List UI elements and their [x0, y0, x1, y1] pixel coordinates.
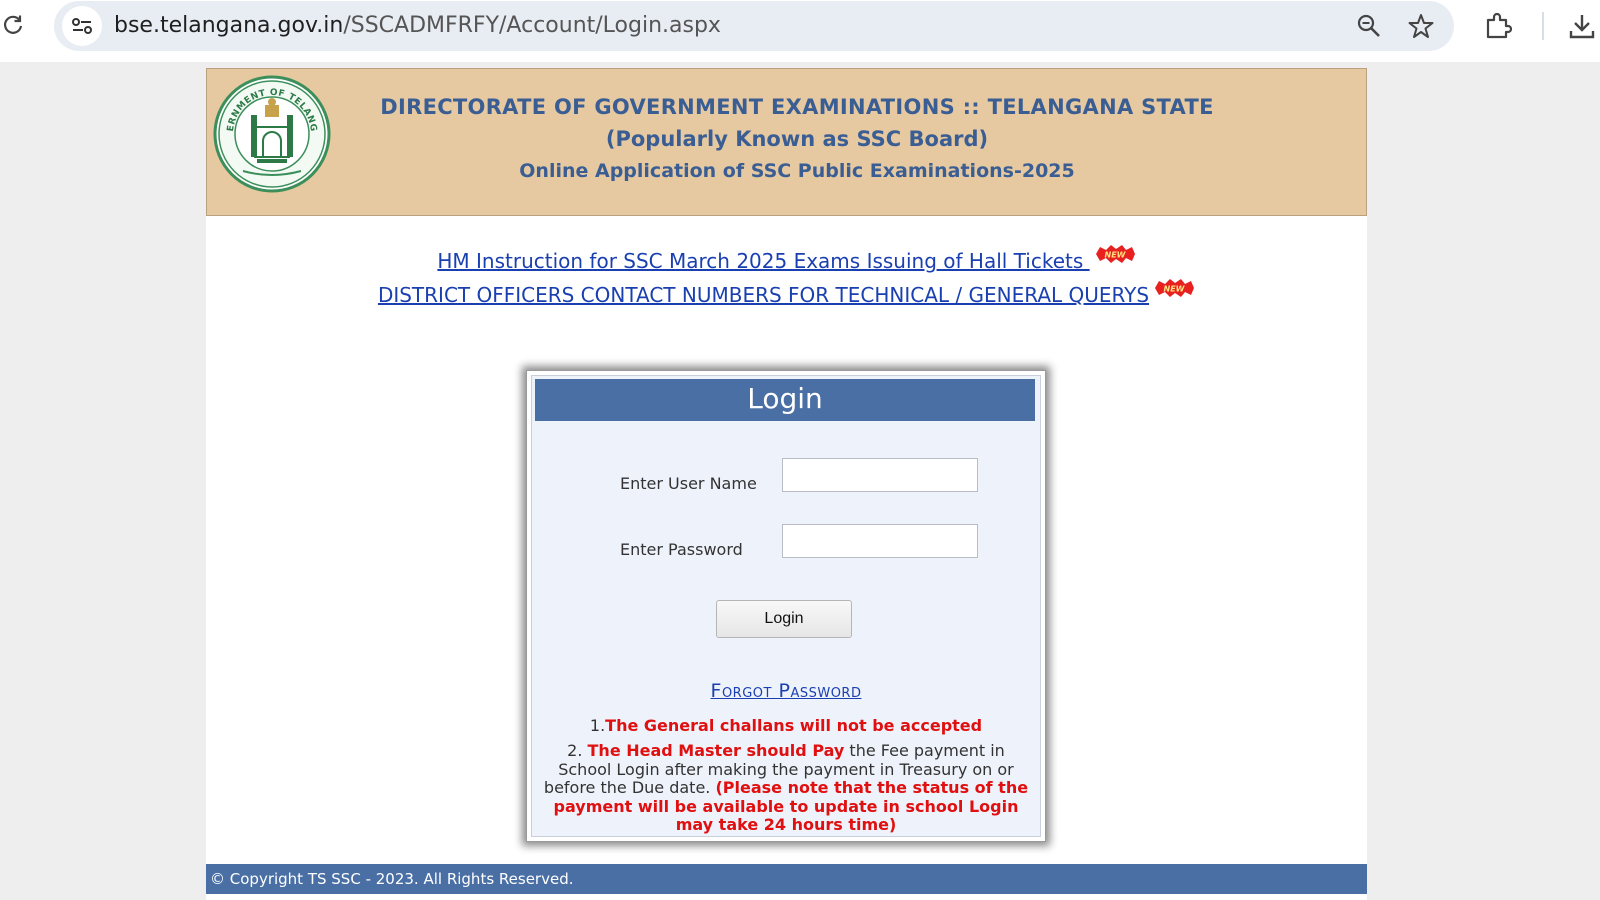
directorate-title: DIRECTORATE OF GOVERNMENT EXAMINATIONS :… — [380, 95, 1214, 119]
note-head-master-payment: 2. The Head Master should Pay the Fee pa… — [540, 741, 1032, 835]
address-bar[interactable]: bse.telangana.gov.in/SSCADMFRFY/Account/… — [54, 1, 1454, 51]
password-input[interactable] — [782, 524, 978, 558]
footer-copyright: © Copyright TS SSC - 2023. All Rights Re… — [206, 864, 1367, 894]
download-icon[interactable] — [1566, 10, 1598, 42]
notice-link-hm-instruction[interactable]: HM Instruction for SSC March 2025 Exams … — [206, 244, 1367, 278]
application-title: Online Application of SSC Public Examina… — [519, 160, 1075, 182]
banner-title-block: DIRECTORATE OF GOVERNMENT EXAMINATIONS :… — [357, 91, 1237, 187]
note-1-number: 1. — [589, 716, 606, 735]
password-label: Enter Password — [620, 540, 743, 559]
svg-text:NEW: NEW — [1164, 285, 1186, 294]
note-general-challans: 1.The General challans will not be accep… — [532, 716, 1040, 735]
board-subtitle: (Popularly Known as SSC Board) — [605, 127, 989, 151]
login-panel-inner: Login Enter User Name Enter Password Log… — [531, 375, 1041, 837]
svg-text:NEW: NEW — [1104, 251, 1126, 260]
forgot-password-link[interactable]: Forgot Password — [532, 680, 1040, 702]
note-1-text: The General challans will not be accepte… — [605, 716, 983, 735]
header-banner: GOVERNMENT OF TELANGANA DIRECTORATE OF G… — [206, 68, 1367, 216]
notice-link-text: HM Instruction for SSC March 2025 Exams … — [437, 249, 1090, 273]
new-badge-icon: NEW — [1095, 245, 1135, 263]
zoom-icon[interactable] — [1354, 11, 1384, 41]
notice-links: HM Instruction for SSC March 2025 Exams … — [206, 244, 1367, 312]
note-2-number: 2. — [567, 741, 588, 760]
url-path: /SSCADMFRFY/Account/Login.aspx — [343, 13, 721, 38]
toolbar-divider — [1542, 12, 1544, 40]
login-button[interactable]: Login — [716, 600, 852, 638]
bookmark-star-icon[interactable] — [1406, 11, 1436, 41]
notice-link-text: DISTRICT OFFICERS CONTACT NUMBERS FOR TE… — [377, 283, 1150, 307]
url-host: bse.telangana.gov.in — [114, 13, 344, 38]
login-panel: Login Enter User Name Enter Password Log… — [526, 370, 1046, 842]
login-title: Login — [535, 379, 1035, 421]
notice-link-district-officers[interactable]: DISTRICT OFFICERS CONTACT NUMBERS FOR TE… — [206, 278, 1367, 312]
telangana-emblem-logo: GOVERNMENT OF TELANGANA — [209, 68, 331, 193]
page-content: GOVERNMENT OF TELANGANA DIRECTORATE OF G… — [206, 68, 1367, 900]
extensions-icon[interactable] — [1482, 10, 1514, 42]
reload-icon[interactable] — [0, 10, 26, 40]
site-info-icon[interactable] — [62, 6, 102, 46]
note-2-emphasis: The Head Master should Pay — [587, 741, 845, 760]
new-badge-icon: NEW — [1155, 279, 1195, 297]
username-input[interactable] — [782, 458, 978, 492]
url-text[interactable]: bse.telangana.gov.in/SSCADMFRFY/Account/… — [114, 13, 721, 38]
username-label: Enter User Name — [620, 474, 757, 493]
browser-toolbar: bse.telangana.gov.in/SSCADMFRFY/Account/… — [0, 0, 1600, 62]
